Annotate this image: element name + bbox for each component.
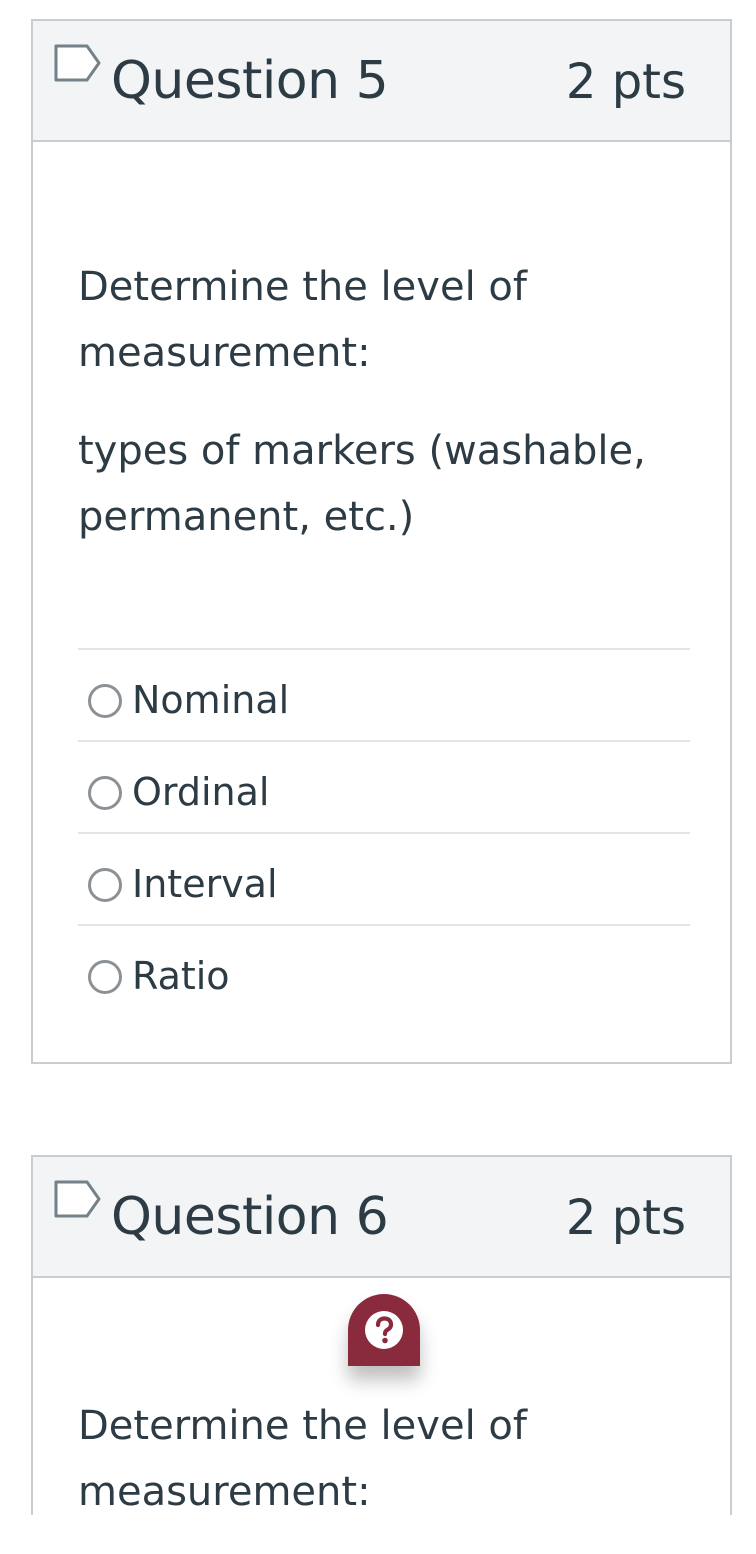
bookmark-flag-icon[interactable]: [53, 1179, 103, 1219]
answer-option-ratio[interactable]: Ratio: [78, 924, 690, 1016]
answer-option-interval[interactable]: Interval: [78, 832, 690, 924]
question-points: 2 pts: [565, 54, 686, 110]
question-card: Question 6 2 pts Determine the level of …: [31, 1155, 732, 1515]
answer-label: Interval: [132, 862, 278, 906]
answer-list: Nominal Ordinal Interval Ratio: [78, 648, 690, 1016]
question-title: Question 6: [111, 1187, 389, 1247]
answer-option-ordinal[interactable]: Ordinal: [78, 740, 690, 832]
answer-option-nominal[interactable]: Nominal: [78, 648, 690, 740]
radio-button[interactable]: [88, 868, 122, 902]
question-title: Question 5: [111, 51, 389, 111]
bookmark-flag-icon[interactable]: [53, 43, 103, 83]
question-mark-icon: [365, 1311, 403, 1349]
radio-button[interactable]: [88, 960, 122, 994]
radio-button[interactable]: [88, 776, 122, 810]
answer-label: Ratio: [132, 954, 230, 998]
radio-button[interactable]: [88, 684, 122, 718]
help-button[interactable]: [348, 1294, 420, 1366]
quiz-page: Question 5 2 pts Determine the level of …: [0, 0, 756, 1554]
question-prompt: Determine the level of measurement:: [78, 1403, 527, 1515]
question-header: Question 6 2 pts: [33, 1157, 730, 1278]
question-points: 2 pts: [565, 1190, 686, 1246]
question-prompt: Determine the level of measurement:: [78, 264, 527, 376]
question-item: types of markers (washable, permanent, e…: [78, 428, 646, 540]
question-header: Question 5 2 pts: [33, 21, 730, 142]
question-card: Question 5 2 pts Determine the level of …: [31, 19, 732, 1064]
answer-label: Nominal: [132, 678, 290, 722]
answer-label: Ordinal: [132, 770, 270, 814]
